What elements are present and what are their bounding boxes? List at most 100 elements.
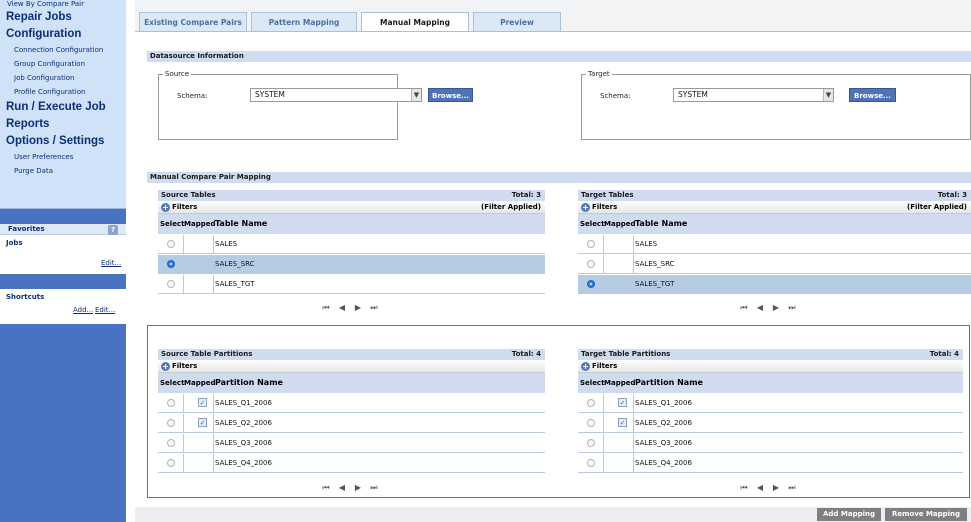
sidebar-item-group-configuration[interactable]: Group Configuration [0,57,126,71]
partition-row[interactable]: SALES_Q3_2006 [578,434,963,453]
column-table-name[interactable]: Table Name [635,214,687,234]
prev-page-icon[interactable]: ◀ [752,483,768,492]
row-select-radio[interactable] [587,260,595,268]
row-select-radio[interactable] [167,419,175,427]
target-browse-button[interactable]: Browse... [849,88,896,102]
table-row[interactable]: SALES_SRC [578,255,971,274]
row-select-radio[interactable] [167,399,175,407]
next-page-icon[interactable]: ▶ [350,303,366,312]
row-select-radio[interactable] [587,240,595,248]
row-select-radio[interactable] [167,280,175,288]
column-select[interactable]: Select [160,214,184,234]
tab-pattern-mapping[interactable]: Pattern Mapping [251,12,357,32]
source-schema-select[interactable]: SYSTEM ▼ [250,88,422,102]
sidebar-item-purge-data[interactable]: Purge Data [0,164,126,178]
tab-preview[interactable]: Preview [473,12,561,32]
source-fieldset: Source [158,70,398,140]
partition-row[interactable]: SALES_Q4_2006 [578,454,963,473]
tab-manual-mapping[interactable]: Manual Mapping [361,12,469,32]
column-divider [603,434,604,453]
chevron-down-icon[interactable]: ▼ [411,89,421,101]
row-select-radio[interactable] [587,419,595,427]
prev-page-icon[interactable]: ◀ [334,303,350,312]
row-select-radio[interactable] [587,399,595,407]
column-mapped[interactable]: Mapped [184,214,215,234]
table-row[interactable]: SALES [158,235,545,254]
column-mapped[interactable]: Mapped [604,214,635,234]
column-select[interactable]: Select [580,214,604,234]
next-page-icon[interactable]: ▶ [350,483,366,492]
table-row[interactable]: SALES_TGT [158,275,545,294]
prev-page-icon[interactable]: ◀ [334,483,350,492]
first-page-icon[interactable]: ⏮ [318,303,334,313]
sidebar-item-run-execute-job[interactable]: Run / Execute Job [0,99,126,116]
sidebar-item-configuration[interactable]: Configuration [0,26,126,43]
sidebar-item-options-settings[interactable]: Options / Settings [0,133,126,150]
sidebar-item-view-by-compare-pair[interactable]: View By Compare Pair [0,0,126,9]
column-select[interactable]: Select [580,373,604,393]
partition-row[interactable]: SALES_Q4_2006 [158,454,545,473]
tab-existing-compare-pairs[interactable]: Existing Compare Pairs [139,12,247,32]
column-mapped[interactable]: Mapped [604,373,635,393]
help-icon[interactable]: ? [108,225,118,235]
chevron-down-icon[interactable]: ▼ [823,89,833,101]
target-tables-column-header: Select Mapped Table Name [578,214,971,234]
shortcuts-edit-link[interactable]: Edit... [95,306,115,314]
next-page-icon[interactable]: ▶ [768,483,784,492]
first-page-icon[interactable]: ⏮ [736,483,752,493]
shortcuts-add-link[interactable]: Add... [73,306,93,314]
table-row[interactable]: SALES_TGT [578,275,971,294]
partition-row[interactable]: ✓ SALES_Q2_2006 [578,414,963,433]
target-tables-filters[interactable]: + Filters (Filter Applied) [578,201,971,214]
first-page-icon[interactable]: ⏮ [736,303,752,313]
filters-label: Filters [592,203,618,211]
partition-row[interactable]: ✓ SALES_Q1_2006 [158,394,545,413]
plus-circle-icon[interactable]: + [581,203,590,212]
prev-page-icon[interactable]: ◀ [752,303,768,312]
sidebar-item-job-configuration[interactable]: Job Configuration [0,71,126,85]
last-page-icon[interactable]: ⏭ [784,483,800,493]
row-select-radio[interactable] [167,439,175,447]
next-page-icon[interactable]: ▶ [768,303,784,312]
target-partitions-filters[interactable]: + Filters [578,360,963,373]
partition-row[interactable]: ✓ SALES_Q1_2006 [578,394,963,413]
favorites-panel: Favorites ? Jobs Edit... [0,224,126,274]
row-select-radio[interactable] [587,439,595,447]
table-row[interactable]: SALES [578,235,971,254]
row-select-radio[interactable] [167,260,175,268]
plus-circle-icon[interactable]: + [161,362,170,371]
sidebar-item-profile-configuration[interactable]: Profile Configuration [0,85,126,99]
source-browse-button[interactable]: Browse... [428,88,473,102]
jobs-edit-link[interactable]: Edit... [101,259,121,267]
row-select-radio[interactable] [587,459,595,467]
target-schema-select[interactable]: SYSTEM ▼ [673,88,834,102]
sidebar-item-user-preferences[interactable]: User Preferences [0,150,126,164]
column-table-name[interactable]: Table Name [215,214,267,234]
sidebar-item-reports[interactable]: Reports [0,116,126,133]
row-select-radio[interactable] [587,280,595,288]
last-page-icon[interactable]: ⏭ [784,303,800,313]
partition-row[interactable]: ✓ SALES_Q2_2006 [158,414,545,433]
add-mapping-button[interactable]: Add Mapping [817,508,881,521]
column-select[interactable]: Select [160,373,184,393]
source-partitions-pager: ⏮ ◀ ▶ ⏭ [318,483,382,495]
last-page-icon[interactable]: ⏭ [366,303,382,313]
first-page-icon[interactable]: ⏮ [318,483,334,493]
sidebar-item-connection-configuration[interactable]: Connection Configuration [0,43,126,57]
row-select-radio[interactable] [167,240,175,248]
plus-circle-icon[interactable]: + [161,203,170,212]
sidebar-item-repair-jobs[interactable]: Repair Jobs [0,9,126,26]
last-page-icon[interactable]: ⏭ [366,483,382,493]
jobs-title: Jobs [6,239,23,247]
column-partition-name[interactable]: Partition Name [215,373,283,393]
source-tables-filters[interactable]: + Filters (Filter Applied) [158,201,545,214]
source-partitions-filters[interactable]: + Filters [158,360,545,373]
plus-circle-icon[interactable]: + [581,362,590,371]
remove-mapping-button[interactable]: Remove Mapping [885,508,967,521]
table-row[interactable]: SALES_SRC [158,255,545,274]
partition-row[interactable]: SALES_Q3_2006 [158,434,545,453]
source-tables-column-header: Select Mapped Table Name [158,214,545,234]
row-select-radio[interactable] [167,459,175,467]
column-partition-name[interactable]: Partition Name [635,373,703,393]
column-mapped[interactable]: Mapped [184,373,215,393]
